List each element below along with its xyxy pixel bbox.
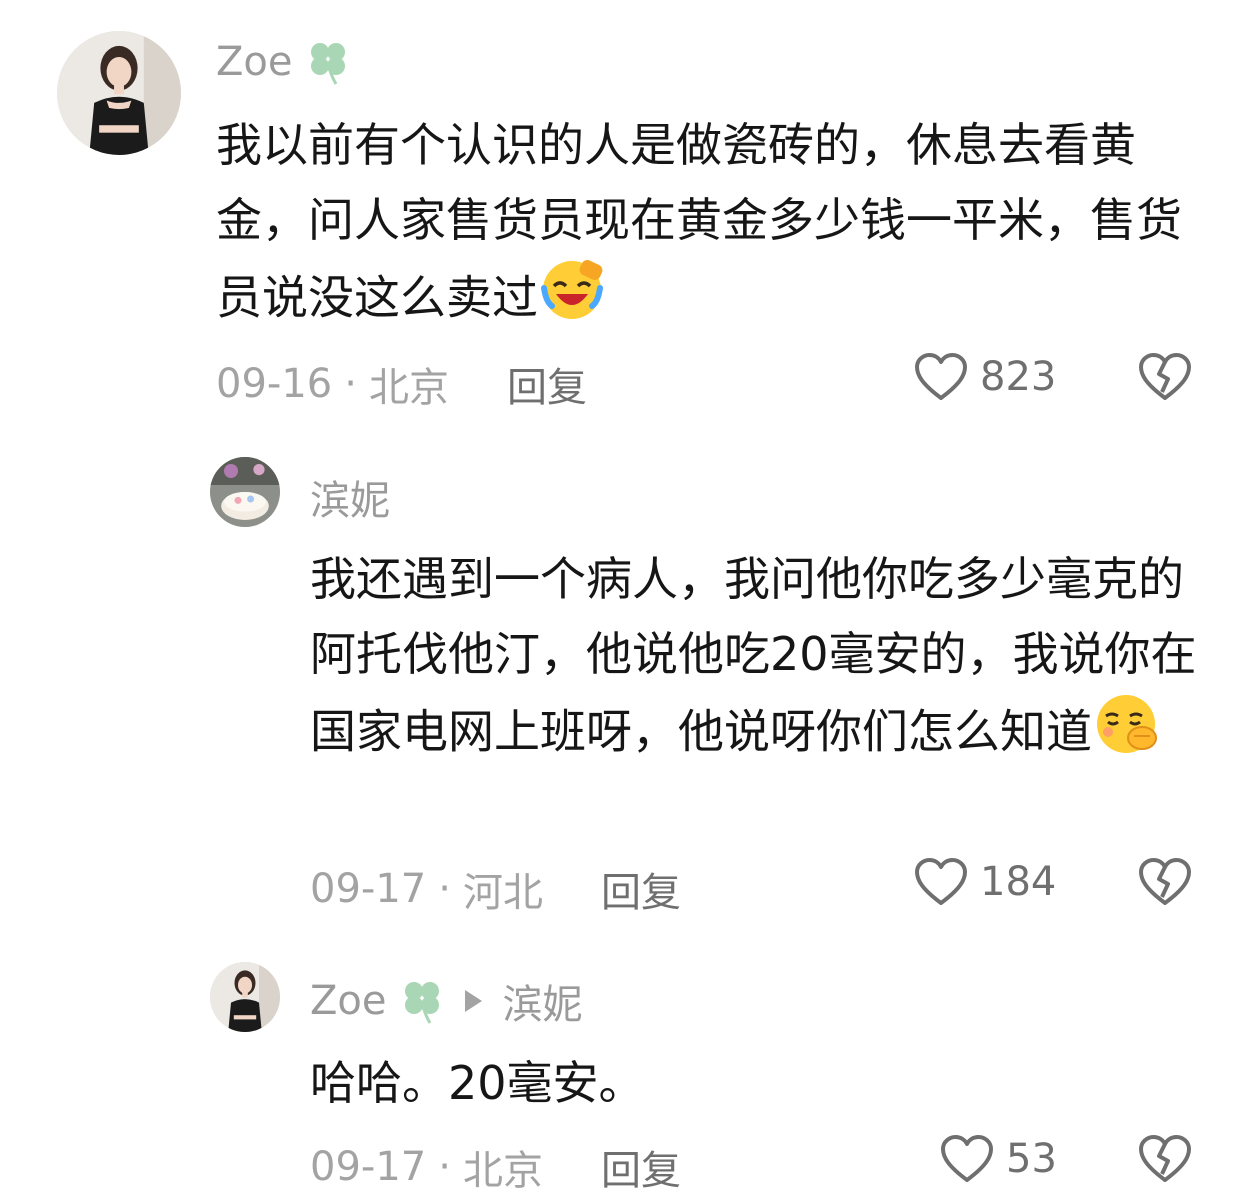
username[interactable]: 滨妮 <box>310 468 390 526</box>
reply-button[interactable]: 回复 <box>507 355 587 413</box>
reply-target-username[interactable]: 滨妮 <box>502 972 582 1030</box>
username-row: Zoe <box>216 38 350 86</box>
comment-date: 09-17 <box>310 866 427 912</box>
username[interactable]: Zoe <box>216 39 292 85</box>
username-row: Zoe 滨妮 <box>310 972 582 1030</box>
comment-meta: 09-17 · 北京 回复 <box>310 1138 681 1196</box>
like-button[interactable]: 823 <box>914 352 1056 402</box>
comment-location: 北京 <box>462 1148 543 1194</box>
shushing-emoji <box>1094 692 1162 778</box>
like-count: 184 <box>980 859 1057 905</box>
comment-date: 09-17 <box>310 1144 427 1190</box>
username-row: 滨妮 <box>310 468 390 526</box>
comment-meta: 09-17 · 河北 回复 <box>310 860 681 918</box>
reply-button[interactable]: 回复 <box>601 860 681 918</box>
like-button[interactable]: 53 <box>940 1134 1057 1184</box>
broken-heart-icon <box>1139 858 1191 905</box>
username[interactable]: Zoe <box>310 978 386 1024</box>
laughing-crying-emoji <box>540 258 604 344</box>
comment-text: 我还遇到一个病人，我问他你吃多少毫克的阿托伐他汀，他说他吃20毫安的，我说你在国… <box>310 542 1200 778</box>
broken-heart-icon <box>1139 1135 1191 1182</box>
heart-icon <box>915 858 967 905</box>
comment-meta: 09-16 · 北京 回复 <box>216 355 587 413</box>
dislike-button[interactable] <box>1138 1134 1192 1188</box>
dislike-button[interactable] <box>1138 857 1192 911</box>
comment-location: 河北 <box>462 870 543 916</box>
avatar[interactable] <box>210 962 280 1032</box>
comment-text: 我以前有个认识的人是做瓷砖的，休息去看黄金，问人家售货员现在黄金多少钱一平米，售… <box>216 108 1206 344</box>
heart-icon <box>941 1135 993 1182</box>
avatar[interactable] <box>57 31 181 155</box>
broken-heart-icon <box>1139 353 1191 400</box>
comment-text: 哈哈。20毫安。 <box>310 1056 645 1110</box>
like-count: 53 <box>1006 1136 1057 1182</box>
reply-arrow-icon <box>462 988 484 1014</box>
meta-separator: · <box>438 866 451 912</box>
reply-button[interactable]: 回复 <box>601 1138 681 1196</box>
comment-date: 09-16 <box>216 361 333 407</box>
heart-icon <box>915 353 967 400</box>
like-count: 823 <box>980 354 1057 400</box>
clover-icon <box>306 38 350 86</box>
meta-separator: · <box>438 1144 451 1190</box>
like-button[interactable]: 184 <box>914 857 1056 907</box>
dislike-button[interactable] <box>1138 352 1192 406</box>
clover-icon <box>400 977 444 1025</box>
comment-location: 北京 <box>368 365 449 411</box>
avatar[interactable] <box>210 457 280 527</box>
meta-separator: · <box>344 361 357 407</box>
